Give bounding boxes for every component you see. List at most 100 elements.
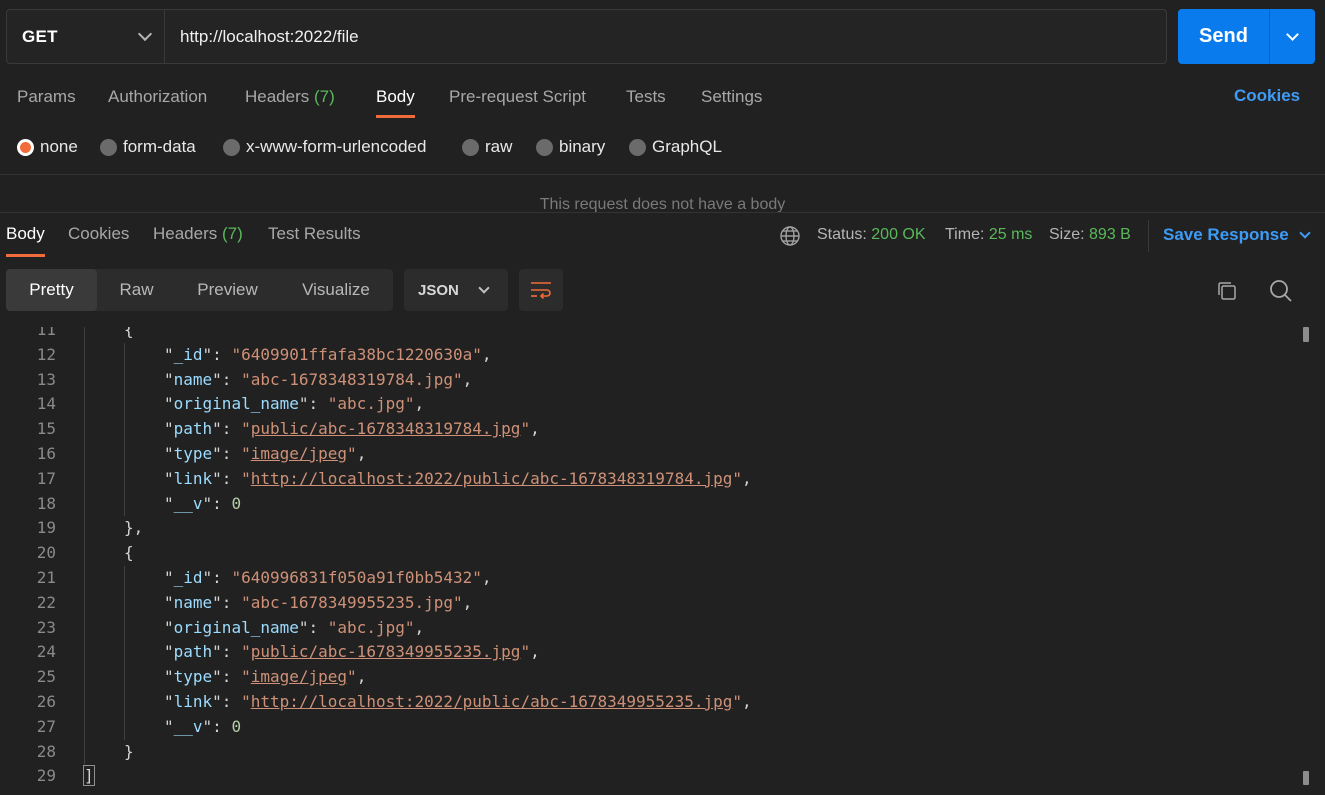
json-string-value: abc.jpg: [337, 394, 405, 414]
tab-label: Settings: [701, 87, 763, 106]
line-number: 21: [36, 568, 56, 587]
line-number: 22: [36, 592, 56, 612]
radio-graphql[interactable]: GraphQL: [629, 135, 722, 159]
response-tab-test-results[interactable]: Test Results: [268, 224, 361, 257]
time-info: Time: 25 ms: [945, 226, 1032, 244]
response-code-editor[interactable]: 11{12 "_id": "6409901ffafa38bc1220630a", 1…: [0, 327, 1325, 795]
json-key: __v: [173, 716, 203, 736]
line-number: 23: [36, 617, 56, 637]
json-string-value: public/abc-1678348319784.jpg: [250, 419, 521, 439]
radio-label: raw: [485, 137, 513, 156]
copy-icon[interactable]: [1215, 279, 1239, 303]
line-number: 17: [36, 468, 56, 488]
code-line: 16 "type": "image/jpeg",: [0, 442, 1300, 467]
globe-icon[interactable]: [779, 225, 801, 247]
json-number: 0: [231, 716, 242, 736]
json-string-value: abc-1678348319784.jpg: [250, 369, 454, 389]
code-text: }: [124, 740, 134, 765]
json-string: "abc.jpg": [327, 617, 415, 637]
json-string-value: 6409901ffafa38bc1220630a: [241, 344, 473, 364]
response-panel: Body Cookies Headers (7) Test Results Statu…: [0, 212, 1325, 795]
code-line: 26 "link": "http://localhost:2022/public/…: [0, 690, 1300, 715]
tab-count: (7): [222, 224, 243, 243]
json-string: "http://localhost:2022/public/abc-167834…: [241, 468, 742, 488]
url-input[interactable]: [165, 10, 1166, 63]
radio-raw[interactable]: raw: [462, 135, 512, 159]
no-body-message: This request does not have a body: [539, 196, 786, 212]
json-link[interactable]: http://localhost:2022/public/abc-1678349…: [251, 692, 733, 711]
code-line: 22 "name": "abc-1678349955235.jpg",: [0, 591, 1300, 616]
line-number: 27: [36, 716, 56, 736]
radio-x-www-form-urlencoded[interactable]: x-www-form-urlencoded: [223, 135, 426, 159]
view-preview-button[interactable]: Preview: [176, 269, 279, 311]
json-key: original_name: [173, 394, 299, 414]
method-select[interactable]: GET: [7, 10, 165, 63]
json-link[interactable]: http://localhost:2022/public/abc-1678348…: [251, 469, 733, 488]
radio-button[interactable]: [536, 138, 553, 156]
json-key: name: [173, 592, 213, 612]
tab-headers[interactable]: Headers (7): [245, 82, 335, 118]
json-string: "http://localhost:2022/public/abc-167834…: [241, 692, 742, 711]
search-icon[interactable]: [1269, 279, 1293, 303]
request-bar: GET: [6, 9, 1167, 64]
scrollbar-thumb[interactable]: [1303, 327, 1309, 342]
tab-settings[interactable]: Settings: [701, 82, 762, 118]
radio-button[interactable]: [17, 138, 34, 156]
tab-label: Body: [6, 224, 45, 243]
view-pretty-button[interactable]: Pretty: [6, 269, 97, 311]
json-string-value: image/jpeg: [250, 444, 348, 463]
code-line: 11 {: [0, 327, 1300, 343]
format-select[interactable]: JSON: [404, 269, 508, 311]
code-text: "original_name": "abc.jpg",: [164, 617, 425, 637]
tab-label: Body: [376, 87, 415, 106]
size-label: Size:: [1049, 226, 1085, 243]
json-string-value: abc.jpg: [337, 617, 405, 637]
radio-label: GraphQL: [652, 137, 722, 156]
response-tab-body[interactable]: Body: [6, 224, 45, 257]
radio-button[interactable]: [629, 138, 646, 156]
radio-form-data[interactable]: form-data: [100, 135, 196, 159]
save-response-button[interactable]: Save Response: [1163, 225, 1311, 245]
cookies-link[interactable]: Cookies: [1234, 86, 1300, 106]
radio-binary[interactable]: binary: [536, 135, 605, 159]
tab-tests[interactable]: Tests: [626, 82, 666, 118]
radio-button[interactable]: [462, 138, 479, 156]
code-text: "name": "abc-1678348319784.jpg",: [164, 369, 473, 389]
json-string: "image/jpeg": [241, 667, 357, 687]
code-text: "original_name": "abc.jpg",: [164, 394, 425, 414]
code-line: 15 "path": "public/abc-1678348319784.jpg"…: [0, 417, 1300, 442]
status-value: 200 OK: [871, 226, 926, 243]
time-value: 25 ms: [988, 226, 1033, 243]
tab-pre-request-script[interactable]: Pre-request Script: [449, 82, 586, 118]
code-text: "__v": 0: [164, 493, 242, 513]
scrollbar-thumb[interactable]: [1303, 771, 1309, 785]
time-label: Time:: [945, 226, 985, 243]
send-button[interactable]: Send: [1178, 9, 1270, 64]
tab-body[interactable]: Body: [376, 82, 415, 118]
response-tab-headers[interactable]: Headers (7): [153, 224, 243, 257]
wrap-lines-button[interactable]: [519, 269, 563, 311]
radio-button[interactable]: [223, 138, 240, 156]
size-info[interactable]: Size: 893 B: [1049, 226, 1131, 244]
response-tab-cookies[interactable]: Cookies: [68, 224, 129, 257]
code-line: 18 "__v": 0: [0, 492, 1300, 517]
code-text: },: [124, 516, 143, 541]
radio-none[interactable]: none: [17, 135, 78, 159]
chevron-down-icon: [1299, 227, 1311, 239]
view-visualize-button[interactable]: Visualize: [279, 269, 393, 311]
code-text: "_id": "640996831f050a91f0bb5432",: [164, 568, 492, 587]
tab-params[interactable]: Params: [17, 82, 76, 118]
json-string: "abc-1678348319784.jpg": [241, 369, 463, 389]
radio-label: binary: [559, 137, 606, 156]
code-text: "type": "image/jpeg",: [164, 444, 367, 463]
view-raw-button[interactable]: Raw: [97, 269, 176, 311]
tab-authorization[interactable]: Authorization: [108, 82, 207, 118]
code-text: "__v": 0: [164, 716, 242, 736]
radio-button[interactable]: [100, 138, 117, 156]
send-options-button[interactable]: [1270, 9, 1315, 64]
line-number: 24: [36, 642, 56, 662]
chevron-down-icon: [1286, 27, 1299, 41]
line-number: 25: [36, 667, 56, 687]
json-key: _id: [173, 344, 203, 364]
json-string: "abc-1678349955235.jpg": [241, 592, 463, 612]
